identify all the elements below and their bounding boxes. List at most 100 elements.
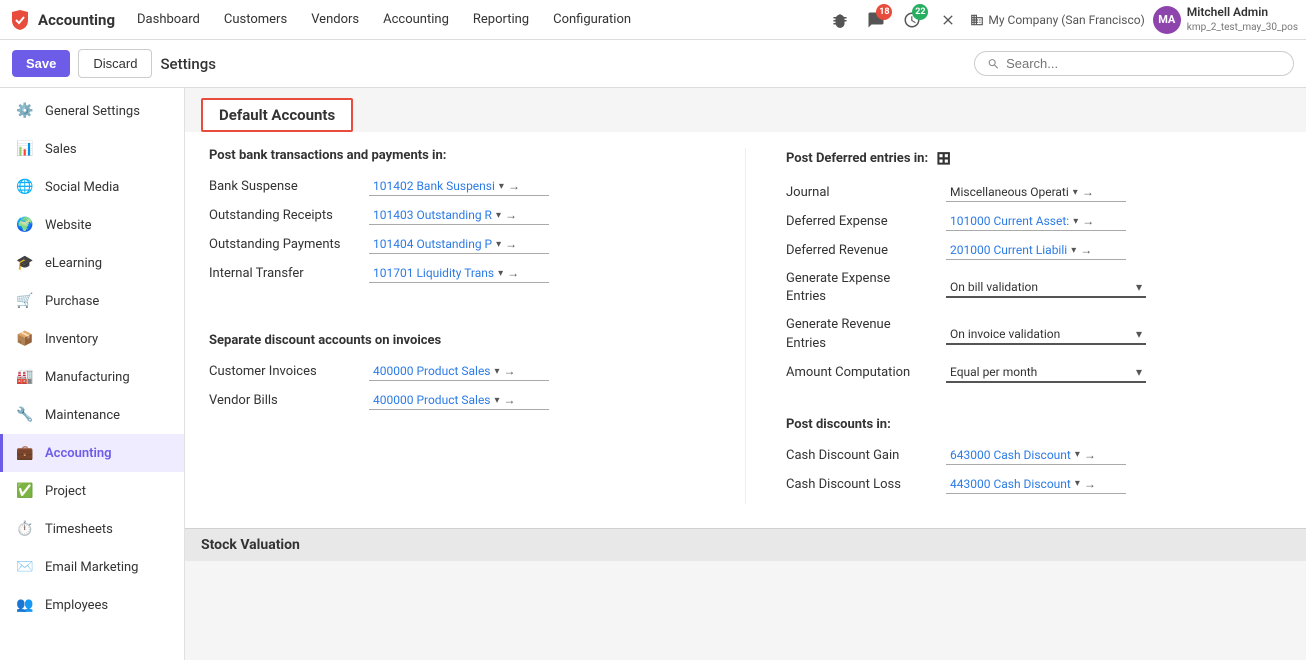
employees-icon: 👥: [15, 595, 35, 615]
generate-revenue-select[interactable]: On invoice validation ▾: [946, 325, 1146, 345]
field-deferred-revenue: Deferred Revenue 201000 Current Liabili …: [786, 241, 1282, 260]
field-vendor-bills: Vendor Bills 400000 Product Sales ▾ →: [209, 391, 705, 410]
save-button[interactable]: Save: [12, 50, 70, 77]
internal-transfer-arrow[interactable]: →: [507, 266, 519, 280]
field-outstanding-payments: Outstanding Payments 101404 Outstanding …: [209, 235, 705, 254]
deferred-expense-value[interactable]: 101000 Current Asset: ▾ →: [946, 212, 1126, 231]
journal-dropdown[interactable]: ▾: [1073, 187, 1078, 198]
sidebar-item-email-marketing[interactable]: ✉️ Email Marketing: [0, 548, 184, 586]
internal-transfer-value[interactable]: 101701 Liquidity Trans ▾ →: [369, 264, 549, 283]
right-section-title: Post Deferred entries in: ⊞: [786, 148, 1282, 169]
nav-reporting[interactable]: Reporting: [463, 8, 539, 31]
bank-suspense-value[interactable]: 101402 Bank Suspensi ▾ →: [369, 177, 549, 196]
sidebar-item-elearning[interactable]: 🎓 eLearning: [0, 244, 184, 282]
internal-transfer-dropdown[interactable]: ▾: [498, 268, 503, 279]
timesheets-icon: ⏱️: [15, 519, 35, 539]
sidebar-label-accounting: Accounting: [45, 446, 112, 461]
nav-dashboard[interactable]: Dashboard: [127, 8, 210, 31]
sidebar-item-project[interactable]: ✅ Project: [0, 472, 184, 510]
customer-invoices-arrow[interactable]: →: [504, 364, 516, 378]
sidebar-label-employees: Employees: [45, 598, 108, 613]
sidebar-item-purchase[interactable]: 🛒 Purchase: [0, 282, 184, 320]
sidebar-label-social-media: Social Media: [45, 180, 119, 195]
chat-icon-btn[interactable]: 18: [862, 6, 890, 34]
outstanding-payments-arrow[interactable]: →: [505, 237, 517, 251]
deferred-revenue-value[interactable]: 201000 Current Liabili ▾ →: [946, 241, 1126, 260]
app-logo[interactable]: Accounting: [8, 8, 115, 32]
sidebar-item-social-media[interactable]: 🌐 Social Media: [0, 168, 184, 206]
deferred-expense-dropdown[interactable]: ▾: [1073, 216, 1078, 227]
journal-value[interactable]: Miscellaneous Operati ▾ →: [946, 183, 1126, 202]
outstanding-receipts-arrow[interactable]: →: [505, 208, 517, 222]
customer-invoices-value[interactable]: 400000 Product Sales ▾ →: [369, 362, 549, 381]
search-input[interactable]: [1006, 56, 1281, 71]
sidebar-item-general-settings[interactable]: ⚙️ General Settings: [0, 92, 184, 130]
amount-computation-label: Amount Computation: [786, 365, 946, 380]
clock-icon-btn[interactable]: 22: [898, 6, 926, 34]
sidebar-label-timesheets: Timesheets: [45, 522, 113, 537]
company-name: My Company (San Francisco): [988, 13, 1144, 27]
internal-transfer-label: Internal Transfer: [209, 266, 369, 281]
stock-valuation-header: Stock Valuation: [185, 528, 1306, 561]
deferred-revenue-arrow[interactable]: →: [1080, 243, 1092, 257]
deferred-revenue-dropdown[interactable]: ▾: [1071, 245, 1076, 256]
right-column: Post Deferred entries in: ⊞ Journal Misc…: [745, 148, 1282, 504]
field-outstanding-receipts: Outstanding Receipts 101403 Outstanding …: [209, 206, 705, 225]
deferred-expense-arrow[interactable]: →: [1082, 214, 1094, 228]
vendor-bills-arrow[interactable]: →: [504, 393, 516, 407]
sidebar-item-timesheets[interactable]: ⏱️ Timesheets: [0, 510, 184, 548]
bug-icon: [831, 11, 849, 29]
bank-suspense-dropdown[interactable]: ▾: [499, 181, 504, 192]
nav-customers[interactable]: Customers: [214, 8, 297, 31]
company-selector[interactable]: My Company (San Francisco): [970, 13, 1144, 27]
sidebar-item-sales[interactable]: 📊 Sales: [0, 130, 184, 168]
discard-button[interactable]: Discard: [78, 49, 152, 78]
left-section-title: Post bank transactions and payments in:: [209, 148, 705, 163]
sidebar-item-maintenance[interactable]: 🔧 Maintenance: [0, 396, 184, 434]
purchase-icon: 🛒: [15, 291, 35, 311]
nav-accounting[interactable]: Accounting: [373, 8, 459, 31]
accounting-icon: 💼: [15, 443, 35, 463]
sidebar-item-inventory[interactable]: 📦 Inventory: [0, 320, 184, 358]
close-icon-btn[interactable]: [934, 6, 962, 34]
top-nav: Accounting Dashboard Customers Vendors A…: [0, 0, 1306, 40]
sidebar-label-inventory: Inventory: [45, 332, 98, 347]
cash-discount-loss-arrow[interactable]: →: [1084, 477, 1096, 491]
outstanding-receipts-value[interactable]: 101403 Outstanding R ▾ →: [369, 206, 549, 225]
journal-arrow[interactable]: →: [1082, 185, 1094, 199]
customer-invoices-dropdown[interactable]: ▾: [495, 366, 500, 377]
sidebar-label-general-settings: General Settings: [45, 104, 140, 119]
field-cash-discount-loss: Cash Discount Loss 443000 Cash Discount …: [786, 475, 1282, 494]
sidebar-label-manufacturing: Manufacturing: [45, 370, 130, 385]
search-icon: [987, 57, 1000, 71]
cash-discount-gain-arrow[interactable]: →: [1084, 448, 1096, 462]
vendor-bills-value[interactable]: 400000 Product Sales ▾ →: [369, 391, 549, 410]
cash-discount-loss-dropdown[interactable]: ▾: [1075, 478, 1080, 489]
outstanding-payments-dropdown[interactable]: ▾: [496, 239, 501, 250]
toolbar: Save Discard Settings: [0, 40, 1306, 88]
nav-vendors[interactable]: Vendors: [301, 8, 369, 31]
cash-discount-loss-value[interactable]: 443000 Cash Discount ▾ →: [946, 475, 1126, 494]
generate-revenue-caret[interactable]: ▾: [1136, 327, 1142, 341]
sidebar-label-email-marketing: Email Marketing: [45, 560, 138, 575]
bug-icon-btn[interactable]: [826, 6, 854, 34]
bank-suspense-arrow[interactable]: →: [508, 179, 520, 193]
grid-icon[interactable]: ⊞: [936, 148, 951, 169]
generate-expense-caret[interactable]: ▾: [1136, 280, 1142, 294]
user-menu[interactable]: MA Mitchell Admin kmp_2_test_may_30_pos: [1153, 5, 1298, 34]
amount-computation-caret[interactable]: ▾: [1136, 365, 1142, 379]
vendor-bills-dropdown[interactable]: ▾: [495, 395, 500, 406]
sidebar-item-employees[interactable]: 👥 Employees: [0, 586, 184, 624]
sidebar-item-accounting[interactable]: 💼 Accounting: [0, 434, 184, 472]
outstanding-payments-value[interactable]: 101404 Outstanding P ▾ →: [369, 235, 549, 254]
default-accounts-content: Post bank transactions and payments in: …: [185, 132, 1306, 528]
cash-discount-gain-value[interactable]: 643000 Cash Discount ▾ →: [946, 446, 1126, 465]
sidebar-item-manufacturing[interactable]: 🏭 Manufacturing: [0, 358, 184, 396]
outstanding-receipts-dropdown[interactable]: ▾: [496, 210, 501, 221]
amount-computation-select[interactable]: Equal per month ▾: [946, 363, 1146, 383]
generate-expense-select[interactable]: On bill validation ▾: [946, 278, 1146, 298]
search-box[interactable]: [974, 51, 1294, 76]
nav-configuration[interactable]: Configuration: [543, 8, 641, 31]
cash-discount-gain-dropdown[interactable]: ▾: [1075, 449, 1080, 460]
sidebar-item-website[interactable]: 🌍 Website: [0, 206, 184, 244]
